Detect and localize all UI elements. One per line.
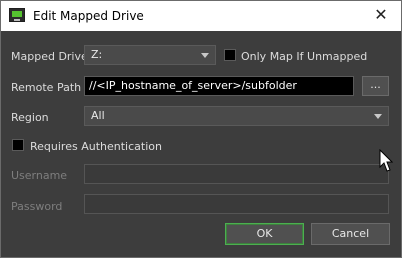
remote-path-input[interactable]: //<IP_hostname_of_server>/subfolder: [84, 76, 354, 96]
mapped-drive-label: Mapped Drive: [11, 50, 88, 63]
ok-button[interactable]: OK: [225, 223, 304, 245]
password-input[interactable]: [84, 194, 389, 214]
edit-mapped-drive-dialog: Edit Mapped Drive ✕ Mapped Drive Z: Only…: [0, 0, 402, 258]
requires-authentication-label: Requires Authentication: [30, 140, 162, 153]
dialog-title: Edit Mapped Drive: [33, 9, 144, 23]
only-map-if-unmapped-checkbox[interactable]: [224, 49, 236, 61]
cancel-button[interactable]: Cancel: [311, 223, 390, 245]
region-label: Region: [11, 111, 49, 124]
requires-authentication-checkbox[interactable]: [12, 139, 24, 151]
mouse-cursor-icon: [379, 149, 393, 172]
browse-button[interactable]: ...: [362, 76, 389, 96]
username-label: Username: [11, 169, 68, 182]
app-monitor-icon: [9, 8, 25, 22]
chevron-down-icon: [374, 114, 382, 119]
password-label: Password: [11, 200, 63, 213]
close-icon[interactable]: ✕: [371, 5, 391, 25]
region-dropdown[interactable]: All: [84, 106, 389, 126]
mapped-drive-dropdown[interactable]: Z:: [84, 45, 216, 65]
region-value: All: [91, 109, 105, 122]
chevron-down-icon: [201, 53, 209, 58]
only-map-if-unmapped-label: Only Map If Unmapped: [241, 50, 368, 63]
username-input[interactable]: [84, 164, 389, 184]
mapped-drive-value: Z:: [91, 48, 103, 61]
title-bar: Edit Mapped Drive ✕: [1, 1, 401, 31]
remote-path-label: Remote Path: [11, 81, 82, 94]
